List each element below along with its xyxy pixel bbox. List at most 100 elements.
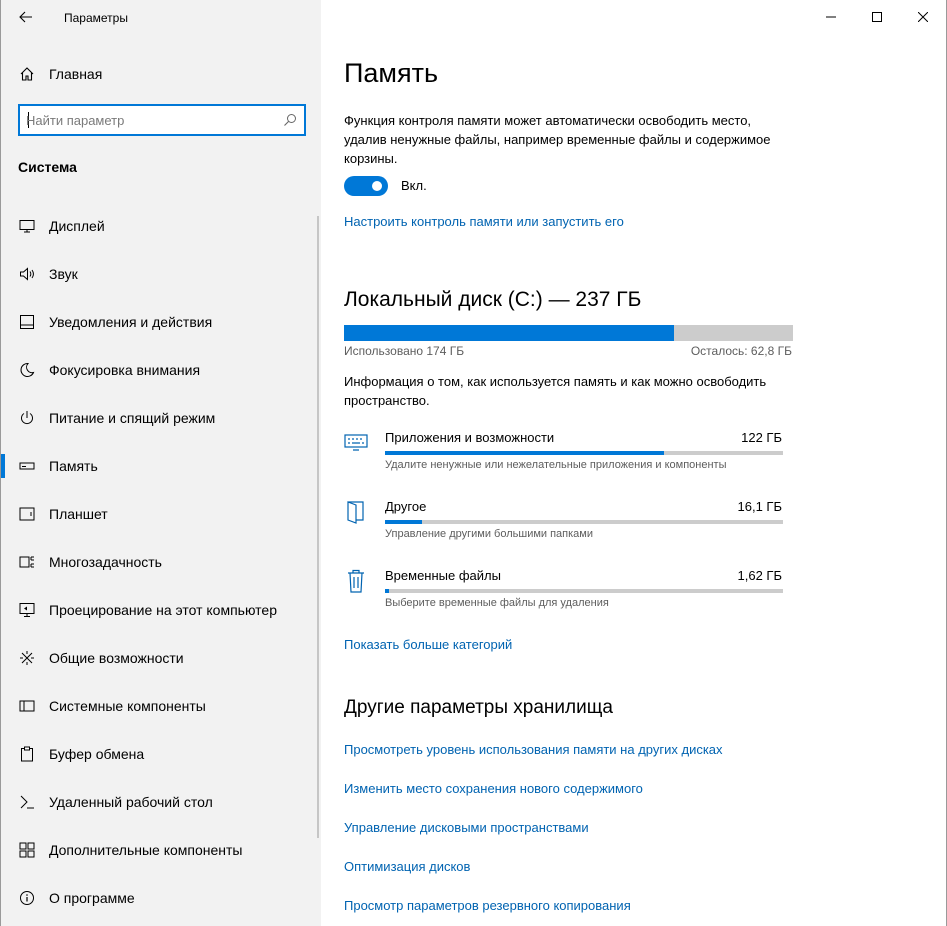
toggle-knob (372, 181, 382, 191)
sidebar-item-system-components[interactable]: Системные компоненты (1, 682, 321, 730)
disk-used-label: Использовано 174 ГБ (344, 344, 465, 358)
display-icon (18, 217, 36, 235)
sidebar-item-shared-experiences[interactable]: Общие возможности (1, 634, 321, 682)
sidebar-item-multitasking[interactable]: Многозадачность (1, 538, 321, 586)
category-description: Управление другими большими папками (385, 528, 594, 540)
optional-features-icon (18, 841, 36, 859)
sidebar-item-label: Дисплей (49, 218, 105, 234)
search-input[interactable] (26, 111, 276, 129)
sidebar-item-tablet[interactable]: Планшет (1, 490, 321, 538)
sidebar-item-label: Планшет (49, 506, 108, 522)
optimize-drives-link[interactable]: Оптимизация дисков (344, 859, 470, 874)
search-box[interactable] (18, 104, 306, 136)
category-bar (385, 589, 783, 593)
sidebar-item-sound[interactable]: Звук (1, 250, 321, 298)
sidebar-item-optional-features[interactable]: Дополнительные компоненты (1, 826, 321, 874)
sidebar-item-label: Звук (49, 266, 78, 282)
manage-storage-spaces-link[interactable]: Управление дисковыми пространствами (344, 820, 589, 835)
sidebar-item-label: Буфер обмена (49, 746, 145, 762)
sidebar-item-notifications[interactable]: Уведомления и действия (1, 298, 321, 346)
category-bar (385, 451, 783, 455)
sidebar-item-label: Питание и спящий режим (49, 410, 216, 426)
sidebar-item-storage[interactable]: Память (1, 442, 321, 490)
search-icon[interactable] (282, 112, 298, 128)
power-icon (18, 409, 36, 427)
multitasking-icon (18, 553, 36, 571)
sidebar-item-power[interactable]: Питание и спящий режим (1, 394, 321, 442)
category-name: Приложения и возможности (385, 430, 555, 445)
back-button[interactable] (11, 4, 41, 30)
category-fill (385, 589, 389, 593)
sidebar-item-label: Системные компоненты (49, 698, 206, 714)
close-button[interactable] (900, 0, 946, 34)
window-controls (808, 0, 946, 34)
category-size: 1,62 ГБ (737, 568, 782, 583)
sidebar-item-label: Проецирование на этот компьютер (49, 602, 277, 618)
backup-options-link[interactable]: Просмотр параметров резервного копирован… (344, 898, 631, 913)
sidebar-item-label: Дополнительные компоненты (49, 842, 243, 858)
maximize-icon (872, 12, 882, 22)
trash-icon (344, 568, 368, 594)
projecting-icon (18, 601, 36, 619)
category-apps[interactable]: Приложения и возможности 122 ГБ Удалите … (344, 430, 784, 490)
sidebar-item-home[interactable]: Главная (1, 58, 321, 90)
tablet-icon (18, 505, 36, 523)
disk-usage-fill (344, 325, 674, 341)
usage-info: Информация о том, как используется памят… (344, 374, 767, 408)
sidebar-item-label: Фокусировка внимания (49, 362, 201, 378)
sidebar-item-label: О программе (49, 890, 135, 906)
sidebar: Параметры Главная Система Дисплей Звук У… (0, 0, 321, 926)
category-size: 16,1 ГБ (737, 499, 782, 514)
sidebar-item-label: Общие возможности (49, 650, 184, 666)
apps-keyboard-icon (344, 430, 368, 456)
section-title: Система (18, 159, 77, 175)
sidebar-scrollbar[interactable] (317, 216, 319, 838)
other-drives-usage-link[interactable]: Просмотреть уровень использования памяти… (344, 742, 723, 757)
sidebar-item-display[interactable]: Дисплей (1, 202, 321, 250)
info-icon (18, 889, 36, 907)
category-fill (385, 451, 664, 455)
minimize-icon (826, 16, 836, 18)
disk-title: Локальный диск (C:) — 237 ГБ (344, 288, 642, 311)
category-size: 122 ГБ (741, 430, 782, 445)
close-icon (918, 12, 928, 22)
sidebar-item-label: Многозадачность (49, 554, 162, 570)
sidebar-item-label: Память (49, 458, 98, 474)
category-name: Временные файлы (385, 568, 501, 583)
storage-sense-description: Функция контроля памяти может автоматиче… (344, 113, 771, 166)
app-title: Параметры (64, 11, 128, 25)
sidebar-item-focus-assist[interactable]: Фокусировка внимания (1, 346, 321, 394)
main-content: Память Функция контроля памяти может авт… (321, 0, 947, 926)
storage-sense-toggle[interactable] (344, 176, 388, 196)
storage-icon (18, 457, 36, 475)
sidebar-item-label: Уведомления и действия (49, 314, 213, 330)
maximize-button[interactable] (854, 0, 900, 34)
disk-usage-bar (344, 325, 793, 341)
category-name: Другое (385, 499, 427, 514)
sidebar-item-about[interactable]: О программе (1, 874, 321, 922)
minimize-button[interactable] (808, 0, 854, 34)
sidebar-item-projecting[interactable]: Проецирование на этот компьютер (1, 586, 321, 634)
sidebar-item-remote-desktop[interactable]: Удаленный рабочий стол (1, 778, 321, 826)
show-more-categories-link[interactable]: Показать больше категорий (344, 637, 512, 652)
change-save-location-link[interactable]: Изменить место сохранения нового содержи… (344, 781, 643, 796)
other-settings-title: Другие параметры хранилища (344, 697, 613, 718)
toggle-label: Вкл. (401, 178, 427, 193)
sidebar-item-label: Главная (49, 66, 103, 82)
category-description: Выберите временные файлы для удаления (385, 597, 609, 609)
focus-assist-icon (18, 361, 36, 379)
category-description: Удалите ненужные или нежелательные прило… (385, 459, 727, 471)
clipboard-icon (18, 745, 36, 763)
back-arrow-icon (19, 11, 32, 23)
category-other[interactable]: Другое 16,1 ГБ Управление другими больши… (344, 499, 784, 559)
sidebar-nav: Дисплей Звук Уведомления и действия Фоку… (1, 202, 321, 922)
disk-free-label: Осталось: 62,8 ГБ (690, 344, 792, 358)
remote-desktop-icon (18, 793, 36, 811)
notifications-icon (18, 313, 36, 331)
category-temp-files[interactable]: Временные файлы 1,62 ГБ Выберите временн… (344, 568, 784, 628)
home-icon (18, 65, 36, 83)
shared-experiences-icon (18, 649, 36, 667)
sidebar-item-clipboard[interactable]: Буфер обмена (1, 730, 321, 778)
configure-storage-sense-link[interactable]: Настроить контроль памяти или запустить … (344, 214, 624, 229)
other-folder-icon (344, 499, 368, 525)
